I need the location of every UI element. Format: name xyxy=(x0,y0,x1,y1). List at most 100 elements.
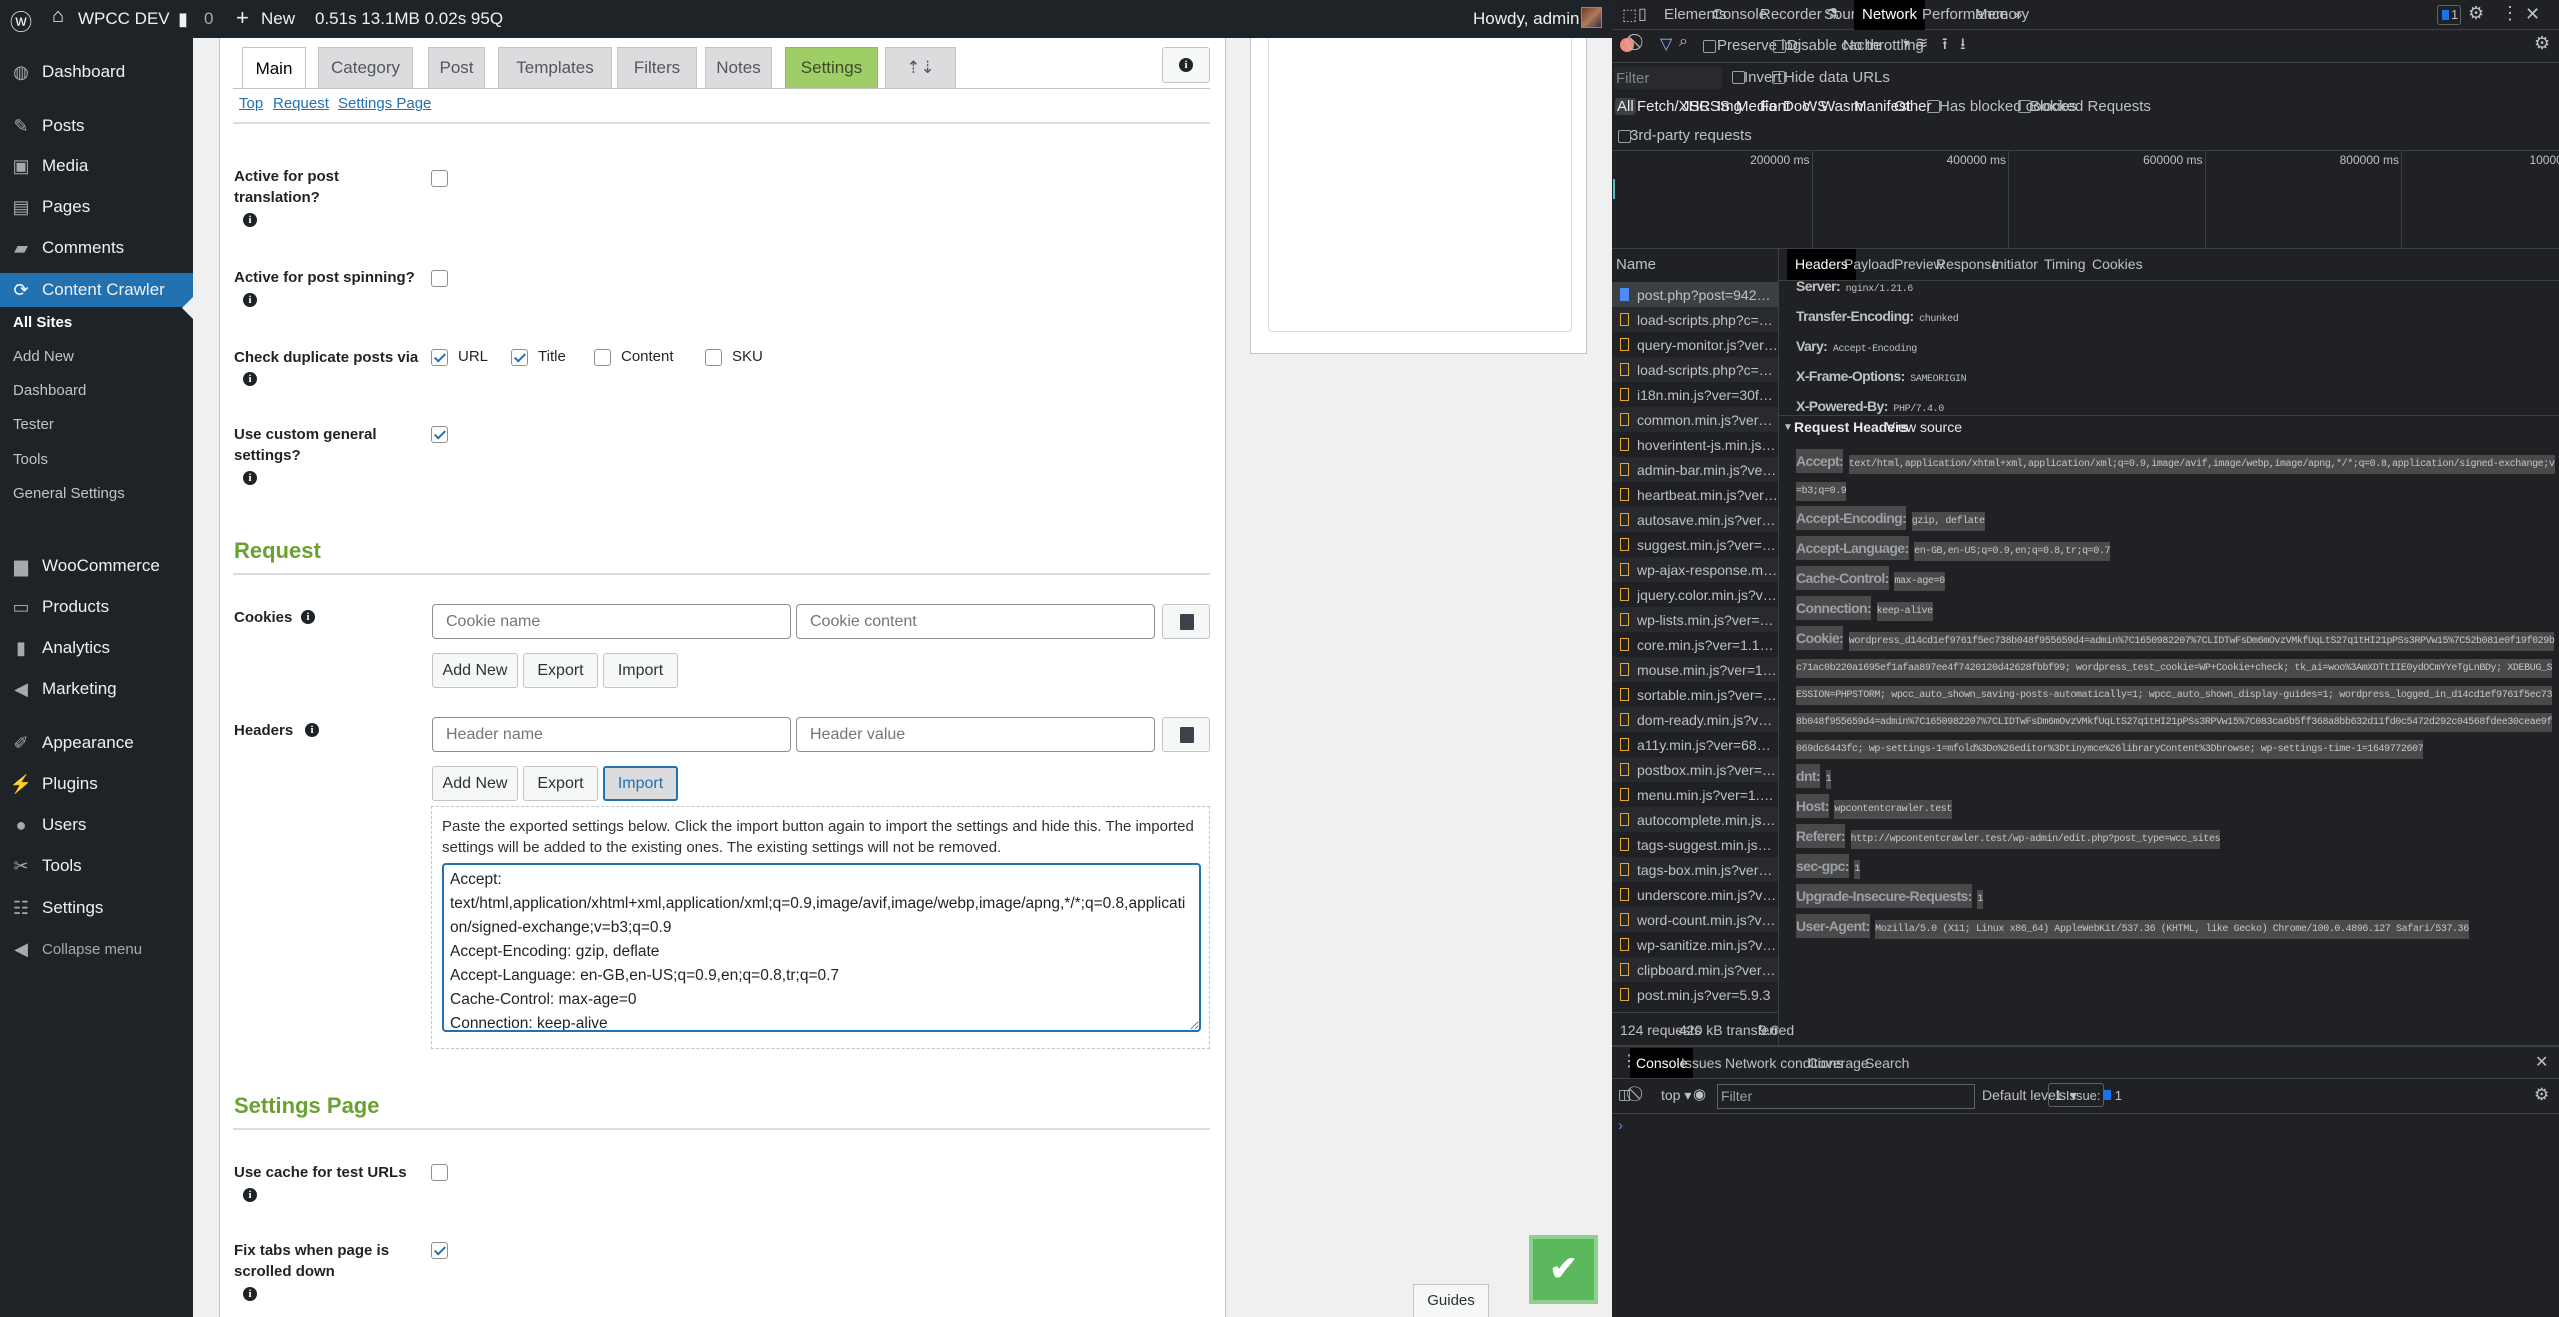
save-button[interactable]: ✔ xyxy=(1529,1235,1598,1304)
record-button[interactable] xyxy=(1620,38,1634,52)
sidebar-item-pages[interactable]: ▤ Pages xyxy=(0,190,193,224)
type-filter-all[interactable]: All xyxy=(1615,98,1636,115)
tab-post[interactable]: Post xyxy=(428,47,485,88)
request-row[interactable]: jquery.color.min.js?ver=2.1.2 xyxy=(1612,582,1778,607)
translation-checkbox[interactable] xyxy=(431,170,448,187)
info-icon[interactable]: i xyxy=(243,1287,257,1301)
duplicate-sku-checkbox[interactable] xyxy=(705,349,722,366)
info-icon[interactable]: i xyxy=(301,610,315,624)
issues-badge[interactable]: 1 xyxy=(2437,5,2461,25)
site-name-link[interactable]: WPCC DEV xyxy=(78,9,170,29)
network-conditions-icon[interactable]: ≋ xyxy=(1915,33,1928,53)
more-options-icon[interactable]: ⋮ xyxy=(2501,3,2519,24)
console-settings-icon[interactable]: ⚙ xyxy=(2534,1085,2549,1105)
sidebar-item-woocommerce[interactable]: ▆ WooCommerce xyxy=(0,549,193,583)
cache-checkbox[interactable] xyxy=(431,1164,448,1181)
header-row[interactable]: Accept-Encoding: gzip, deflate xyxy=(1796,505,2556,535)
spinning-checkbox[interactable] xyxy=(431,270,448,287)
header-row[interactable]: Cache-Control: max-age=0 xyxy=(1796,565,2556,595)
query-monitor-stats[interactable]: 0.51s 13.1MB 0.02s 95Q xyxy=(315,9,503,29)
new-content-link[interactable]: New xyxy=(261,9,295,29)
fix-tabs-checkbox[interactable] xyxy=(431,1242,448,1259)
settings-gear-icon[interactable]: ⚙ xyxy=(2468,3,2484,24)
headers-export-button[interactable]: Export xyxy=(523,766,598,801)
detail-tab-initiator[interactable]: Initiator xyxy=(1992,249,2038,280)
request-row[interactable]: load-scripts.php?c=0&load%5Bchunk_... xyxy=(1612,307,1778,332)
live-expression-eye-icon[interactable]: ◉ xyxy=(1693,1085,1706,1103)
network-filter-input[interactable]: Filter xyxy=(1614,67,1722,89)
request-row[interactable]: autocomplete.min.js?ver=1.13.1 xyxy=(1612,807,1778,832)
sidebar-item-tools[interactable]: ✂ Tools xyxy=(0,849,193,883)
header-row[interactable]: Server: nginx/1.21.6 xyxy=(1796,281,2556,303)
tab-notes[interactable]: Notes xyxy=(705,47,772,88)
inspect-icon[interactable]: ⬚ xyxy=(1622,5,1637,25)
sidebar-item-users[interactable]: ● Users xyxy=(0,808,193,842)
request-row[interactable]: admin-bar.min.js?ver=5.9.3 xyxy=(1612,457,1778,482)
header-row[interactable]: sec-gpc: 1 xyxy=(1796,853,2556,883)
header-row[interactable]: dnt: 1 xyxy=(1796,763,2556,793)
cookies-export-button[interactable]: Export xyxy=(523,653,598,688)
collapse-triangle-icon[interactable]: ▼ xyxy=(1783,422,1793,433)
request-row[interactable]: i18n.min.js?ver=30fcecb428a0e8383d... xyxy=(1612,382,1778,407)
request-row[interactable]: mouse.min.js?ver=1.13.1 xyxy=(1612,657,1778,682)
drawer-tab-coverage[interactable]: Coverage xyxy=(1808,1048,1869,1078)
sidebar-item-settings[interactable]: ☷ Settings xyxy=(0,891,193,925)
info-icon[interactable]: i xyxy=(243,293,257,307)
network-timeline[interactable]: 200000 ms 400000 ms 600000 ms 800000 ms 1000… xyxy=(1612,151,2559,248)
request-row[interactable]: a11y.min.js?ver=68e470cf840f69530e... xyxy=(1612,732,1778,757)
import-har-icon[interactable]: ⭱ xyxy=(1942,33,1948,60)
request-row[interactable]: wp-sanitize.min.js?ver=5.9.3 xyxy=(1612,932,1778,957)
sidebar-item-media[interactable]: ▣ Media xyxy=(0,149,193,183)
sidebar-item-posts[interactable]: ✎ Posts xyxy=(0,109,193,143)
drawer-tab-search[interactable]: Search xyxy=(1865,1048,1909,1078)
tab-main[interactable]: Main xyxy=(242,47,306,89)
info-icon[interactable]: i xyxy=(243,372,257,386)
headers-add-new-button[interactable]: Add New xyxy=(432,766,518,801)
request-row[interactable]: load-scripts.php?c=0&load%5Bchunk_... xyxy=(1612,357,1778,382)
type-filter-other[interactable]: Other xyxy=(1894,98,1932,115)
sidebar-item-comments[interactable]: ▰ Comments xyxy=(0,231,193,265)
detail-tab-response[interactable]: Response xyxy=(1936,249,1999,280)
request-row[interactable]: word-count.min.js?ver=5.9.3 xyxy=(1612,907,1778,932)
header-row[interactable]: Host: wpcontentcrawler.test xyxy=(1796,793,2556,823)
cookies-import-button[interactable]: Import xyxy=(603,653,678,688)
detail-tab-timing[interactable]: Timing xyxy=(2044,249,2086,280)
cookie-name-input[interactable] xyxy=(432,604,791,639)
submenu-dashboard[interactable]: Dashboard xyxy=(13,382,86,399)
export-har-icon[interactable]: ⭳ xyxy=(1960,33,1966,60)
sidebar-item-products[interactable]: ▭ Products xyxy=(0,590,193,624)
info-button[interactable]: i xyxy=(1162,47,1210,83)
request-row[interactable]: sortable.min.js?ver=1.13.1 xyxy=(1612,682,1778,707)
cookies-add-new-button[interactable]: Add New xyxy=(432,653,518,688)
custom-general-checkbox[interactable] xyxy=(431,426,448,443)
detail-tab-payload[interactable]: Payload xyxy=(1844,249,1895,280)
search-icon[interactable]: ⌕ xyxy=(1679,33,1688,51)
sidebar-item-marketing[interactable]: ◀ Marketing xyxy=(0,672,193,706)
wordpress-logo-icon[interactable]: ⓦ xyxy=(10,5,32,37)
link-settings-page[interactable]: Settings Page xyxy=(338,95,431,112)
header-row[interactable]: Cookie: wordpress_d14cd1ef9761f5ec738b04… xyxy=(1796,625,2556,763)
request-row[interactable]: suggest.min.js?ver=1.1-20110113 xyxy=(1612,532,1778,557)
device-toolbar-icon[interactable]: ▯ xyxy=(1638,4,1647,24)
avatar[interactable] xyxy=(1581,7,1602,28)
devtools-tab-console[interactable]: Console xyxy=(1712,0,1767,30)
close-drawer-icon[interactable]: ✕ xyxy=(2535,1052,2548,1072)
header-row[interactable]: X-Frame-Options: SAMEORIGIN xyxy=(1796,363,2556,393)
info-icon[interactable]: i xyxy=(243,471,257,485)
request-row[interactable]: dom-ready.min.js?ver=ecda74de0221e... xyxy=(1612,707,1778,732)
name-column-header[interactable]: Name xyxy=(1616,256,1656,273)
link-request[interactable]: Request xyxy=(273,95,329,112)
tab-templates[interactable]: Templates xyxy=(498,47,612,88)
network-settings-icon[interactable]: ⚙ xyxy=(2534,33,2550,54)
submenu-all-sites[interactable]: All Sites xyxy=(13,314,72,331)
info-icon[interactable]: i xyxy=(243,1188,257,1202)
sidebar-item-analytics[interactable]: ▮ Analytics xyxy=(0,631,193,665)
console-issues-button[interactable]: 1 Issue: 1 xyxy=(2048,1083,2122,1107)
request-row[interactable]: query-monitor.js?ver=1650086798 xyxy=(1612,332,1778,357)
view-source-link[interactable]: View source xyxy=(1886,419,1962,435)
request-row[interactable]: tags-suggest.min.js?ver=5.9.3 xyxy=(1612,832,1778,857)
delete-cookie-button[interactable] xyxy=(1162,604,1210,639)
comments-count[interactable]: 0 xyxy=(204,9,213,29)
request-row[interactable]: hoverintent-js.min.js?ver=2.2.1 xyxy=(1612,432,1778,457)
console-filter-input[interactable]: Filter xyxy=(1717,1084,1975,1109)
